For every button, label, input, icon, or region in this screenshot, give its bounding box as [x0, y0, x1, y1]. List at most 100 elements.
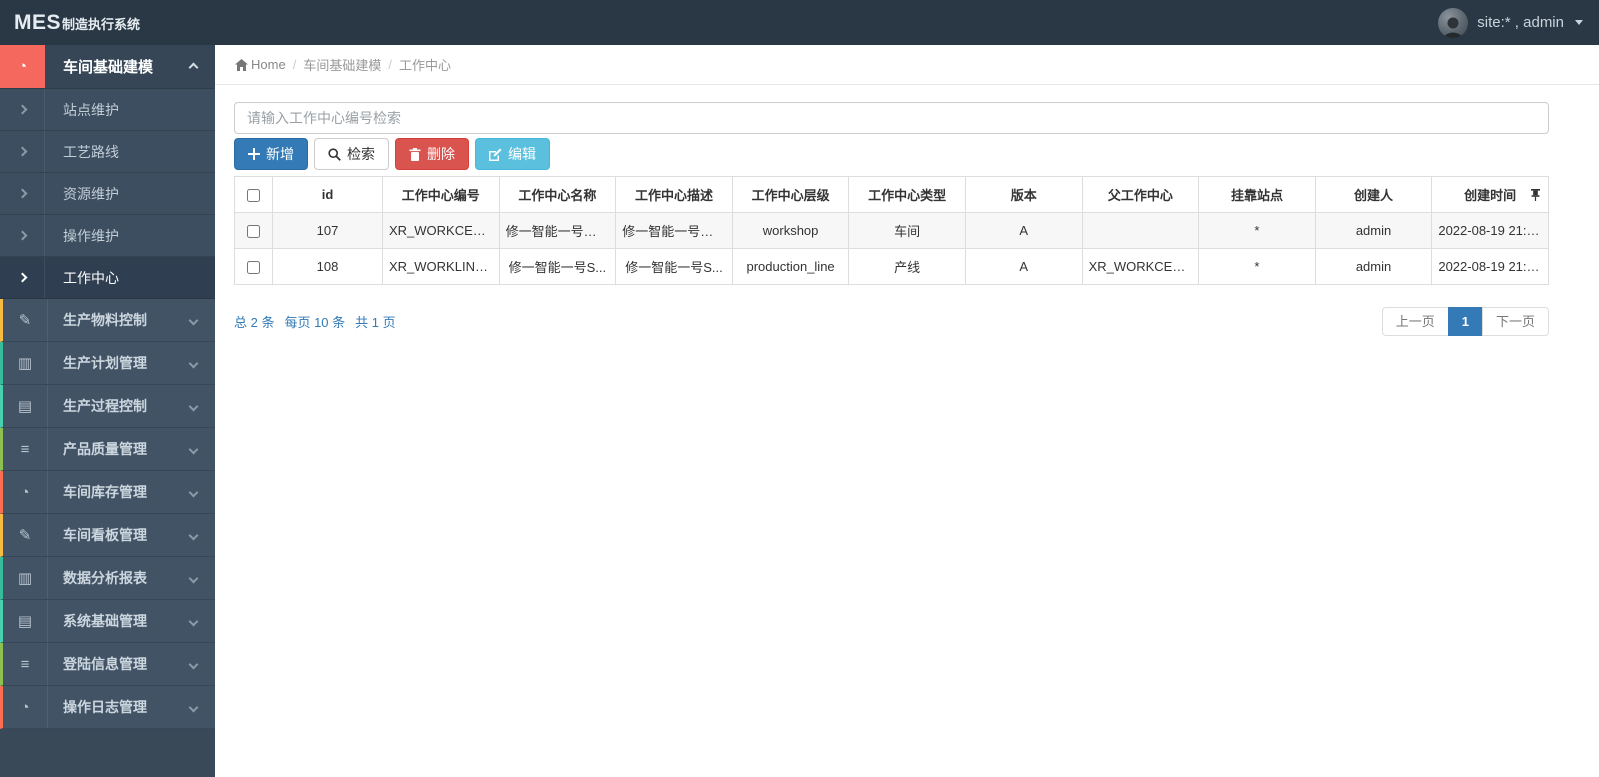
breadcrumb-separator: /	[388, 57, 392, 72]
select-all-checkbox[interactable]	[247, 189, 260, 203]
cell-parent	[1081, 212, 1200, 249]
sidebar-item-work-center[interactable]: 工作中心	[0, 257, 215, 299]
cell-creator: admin	[1314, 212, 1433, 249]
sidebar-group-label: 生产物料控制	[63, 312, 147, 328]
sidebar-item-resource-maintenance[interactable]: 资源维护	[0, 173, 215, 215]
sidebar-item-site-maintenance[interactable]: 站点维护	[0, 89, 215, 131]
avatar	[1438, 7, 1469, 38]
row-checkbox[interactable]	[247, 261, 260, 275]
chevron-right-icon	[17, 230, 27, 241]
cell-site: *	[1198, 212, 1316, 249]
sidebar-group-label: 生产计划管理	[63, 355, 147, 371]
chevron-down-icon	[188, 401, 199, 412]
cell-version: A	[964, 212, 1083, 249]
sidebar-group-plan-management[interactable]: ▥ 生产计划管理	[0, 342, 215, 385]
cell-parent: XR_WORKCEN...	[1081, 248, 1200, 285]
breadcrumb: Home / 车间基础建模 / 工作中心	[215, 45, 1599, 85]
chevron-down-icon	[188, 702, 199, 713]
edit-button-label: 编辑	[508, 146, 536, 162]
plus-icon	[248, 148, 260, 160]
sidebar-group-label: 车间库存管理	[63, 484, 147, 500]
search-button[interactable]: 检索	[314, 138, 389, 170]
sidebar-group-inventory-management[interactable]: ◔ 车间库存管理	[0, 471, 215, 514]
cell-site: *	[1198, 248, 1316, 285]
content: 新增 检索 删除	[215, 85, 1599, 336]
cell-level: workshop	[731, 212, 850, 249]
cell-type: 车间	[848, 212, 966, 249]
pager-summary: 总 2 条 每页 10 条 共 1 页	[234, 312, 396, 331]
sidebar-group-quality-management[interactable]: ≡ 产品质量管理	[0, 428, 215, 471]
sidebar-group-login-info-management[interactable]: ≡ 登陆信息管理	[0, 643, 215, 686]
edit-icon: ✎	[18, 527, 32, 544]
add-button[interactable]: 新增	[234, 138, 308, 170]
sidebar-item-label: 工艺路线	[63, 143, 119, 160]
work-center-table: id 工作中心编号 工作中心名称 工作中心描述 工作中心层级 工作中心类型 版本…	[234, 176, 1549, 285]
columns-icon: ▥	[17, 355, 33, 372]
sidebar-group-system-management[interactable]: ▤ 系统基础管理	[0, 600, 215, 643]
main-area: Home / 车间基础建模 / 工作中心 新增 检索	[215, 0, 1599, 336]
user-label: site:* , admin	[1477, 14, 1564, 31]
sidebar-item-operation-maintenance[interactable]: 操作维护	[0, 215, 215, 257]
chevron-down-icon	[188, 573, 199, 584]
cell-id: 107	[272, 212, 383, 249]
sidebar-group-label: 登陆信息管理	[63, 656, 147, 672]
sidebar: ◔ 车间基础建模 站点维护 工艺路线 资源维护 操作维护 工作中心 ✎ 生产物料…	[0, 45, 215, 777]
sidebar-group-label: 车间看板管理	[63, 527, 147, 543]
sidebar-group-workshop-modeling[interactable]: ◔ 车间基础建模	[0, 45, 215, 89]
table-row[interactable]: 107 XR_WORKCEN... 修一智能一号车间 修一智能一号车间 work…	[234, 212, 1549, 249]
cell-level: production_line	[731, 248, 850, 285]
sidebar-group-process-control[interactable]: ▤ 生产过程控制	[0, 385, 215, 428]
cell-created-time: 2022-08-19 21:1...	[1431, 248, 1549, 285]
pin-icon[interactable]	[1531, 188, 1540, 201]
brand-subtitle: 制造执行系统	[62, 16, 141, 32]
sidebar-item-label: 工作中心	[63, 269, 119, 286]
search-button-label: 检索	[347, 146, 375, 162]
table-row[interactable]: 108 XR_WORKLINE... 修一智能一号S... 修一智能一号S...…	[234, 248, 1549, 285]
user-silhouette-icon	[1442, 17, 1465, 38]
chevron-right-icon	[17, 272, 27, 283]
select-all-cell	[234, 176, 273, 213]
sidebar-item-process-route[interactable]: 工艺路线	[0, 131, 215, 173]
breadcrumb-item[interactable]: 车间基础建模	[303, 55, 381, 74]
edit-icon: ✎	[18, 312, 32, 329]
per-page-count: 每页 10 条	[284, 315, 346, 330]
dashboard-icon: ◔	[20, 698, 30, 716]
row-select-cell	[234, 248, 273, 285]
sidebar-item-label: 站点维护	[63, 101, 119, 118]
edit-button[interactable]: 编辑	[475, 138, 550, 170]
cell-version: A	[964, 248, 1083, 285]
search-icon	[328, 147, 341, 161]
book-icon: ▤	[17, 398, 33, 415]
prev-page-button[interactable]: 上一页	[1381, 307, 1449, 336]
column-header-id: id	[272, 176, 383, 213]
sidebar-group-material-control[interactable]: ✎ 生产物料控制	[0, 299, 215, 342]
column-header-parent: 父工作中心	[1081, 176, 1200, 213]
sidebar-group-operation-log-management[interactable]: ◔ 操作日志管理	[0, 686, 215, 729]
search-input[interactable]	[234, 102, 1549, 134]
breadcrumb-item-current: 工作中心	[398, 58, 451, 73]
user-menu[interactable]: site:* , admin	[1438, 7, 1583, 38]
column-header-level: 工作中心层级	[731, 176, 850, 213]
total-count: 总 2 条	[234, 315, 275, 330]
sidebar-group-label: 操作日志管理	[63, 699, 147, 715]
page-1-button[interactable]: 1	[1447, 307, 1483, 336]
chevron-up-icon	[188, 62, 199, 72]
list-icon: ≡	[20, 440, 30, 458]
sidebar-group-kanban-management[interactable]: ✎ 车间看板管理	[0, 514, 215, 557]
breadcrumb-home[interactable]: Home	[235, 57, 286, 72]
column-header-code: 工作中心编号	[382, 176, 500, 213]
pager-row: 总 2 条 每页 10 条 共 1 页 上一页 1 下一页	[234, 307, 1549, 336]
sidebar-group-analytics-reports[interactable]: ▥ 数据分析报表	[0, 557, 215, 600]
column-header-created-time-label: 创建时间	[1464, 188, 1517, 203]
breadcrumb-separator: /	[292, 57, 297, 72]
edit-icon	[489, 148, 502, 161]
list-icon: ≡	[20, 655, 30, 673]
delete-button[interactable]: 删除	[395, 138, 469, 170]
topbar: MES 制造执行系统 site:* , admin	[0, 0, 1599, 45]
next-page-button[interactable]: 下一页	[1481, 307, 1549, 336]
cell-code: XR_WORKCEN...	[382, 212, 500, 249]
dashboard-icon: ◔	[20, 483, 30, 501]
row-checkbox[interactable]	[247, 225, 260, 239]
page-count: 共 1 页	[355, 315, 396, 330]
trash-icon	[409, 147, 421, 161]
